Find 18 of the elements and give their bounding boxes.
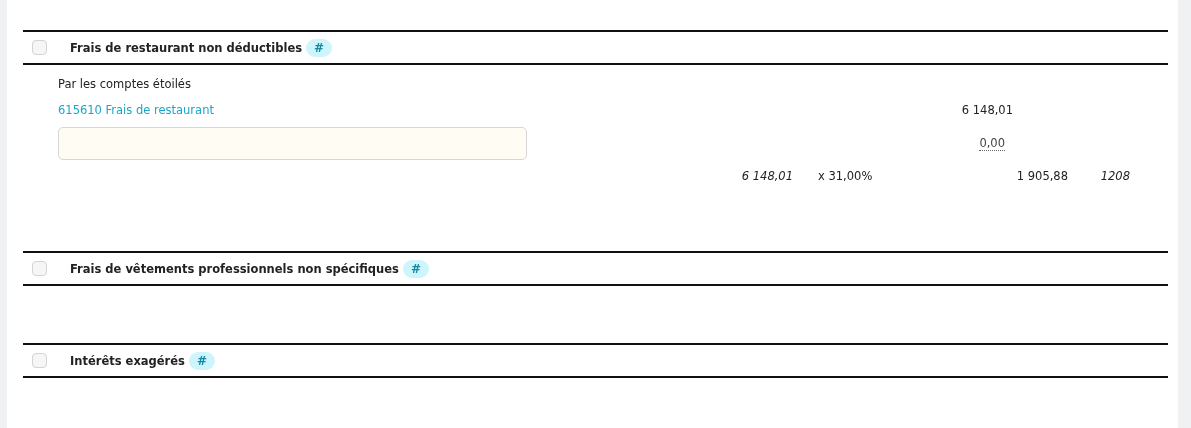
amount[interactable]: 0,00: [979, 136, 1005, 151]
rate: x 31,00%: [817, 169, 874, 183]
section-title: Frais de vêtements professionnels non spécifiques: [70, 261, 399, 276]
hash-tag[interactable]: #: [306, 38, 333, 57]
checkbox[interactable]: [32, 261, 47, 276]
caption: Par les comptes étoilés: [58, 77, 192, 91]
hash-tag[interactable]: #: [402, 259, 429, 278]
hash-tag[interactable]: #: [188, 351, 215, 370]
result-amount: 1 905,88: [1015, 169, 1068, 183]
input-field[interactable]: [58, 126, 527, 160]
section-title: Frais de restaurant non déductibles: [70, 40, 303, 55]
reference: 1208: [1099, 169, 1130, 183]
checkbox[interactable]: [32, 353, 47, 368]
amount: 6 148,01: [960, 103, 1013, 117]
section-title: Intérêts exagérés: [70, 353, 185, 368]
base-amount: 6 148,01: [740, 169, 793, 183]
account-link[interactable]: 615610 Frais de restaurant: [58, 103, 214, 117]
checkbox[interactable]: [32, 40, 47, 55]
